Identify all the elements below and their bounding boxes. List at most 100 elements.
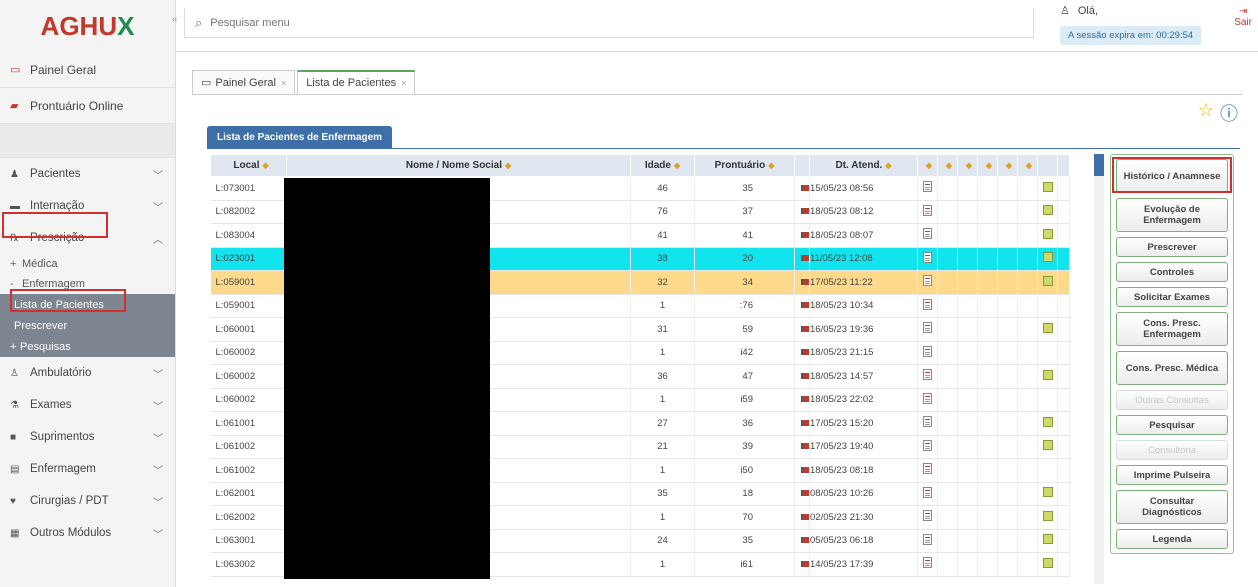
tab-lista-pacientes[interactable]: Lista de Pacientes × xyxy=(297,70,416,94)
sidebar-collapse-icon[interactable]: « xyxy=(172,14,178,25)
cell-doc[interactable] xyxy=(917,341,938,365)
sidebar-item-ambulatorio[interactable]: ♙ Ambulatório ﹀ xyxy=(0,357,175,389)
cell-check[interactable] xyxy=(1037,341,1058,365)
action-button-8[interactable]: Pesquisar xyxy=(1116,415,1228,435)
col-idade[interactable]: Idade ◆ xyxy=(630,154,695,177)
document-icon[interactable] xyxy=(923,533,932,545)
document-icon[interactable] xyxy=(923,557,932,569)
action-button-6[interactable]: Cons. Presc. Médica xyxy=(1116,351,1228,385)
col-dt-atend[interactable]: Dt. Atend. ◆ xyxy=(809,154,918,177)
document-icon[interactable] xyxy=(923,228,932,240)
col-sort-3[interactable]: ◆ xyxy=(957,154,978,177)
cell-doc[interactable] xyxy=(917,223,938,248)
cell-doc[interactable] xyxy=(917,435,938,459)
check-icon[interactable] xyxy=(1042,534,1053,545)
cell-check[interactable] xyxy=(1037,294,1058,318)
col-prontuario[interactable]: Prontuário ◆ xyxy=(694,154,795,177)
check-icon[interactable] xyxy=(1042,557,1053,568)
cell-doc[interactable] xyxy=(917,411,938,436)
document-icon[interactable] xyxy=(923,510,932,522)
check-icon[interactable] xyxy=(1042,440,1053,451)
col-sort-1[interactable]: ◆ xyxy=(917,154,938,177)
close-icon[interactable]: × xyxy=(401,78,406,88)
info-icon[interactable]: ⓘ xyxy=(1220,100,1238,126)
document-icon[interactable] xyxy=(923,298,932,310)
close-icon[interactable]: × xyxy=(281,78,286,88)
cell-doc[interactable] xyxy=(917,317,938,342)
col-sort-6[interactable]: ◆ xyxy=(1017,154,1038,177)
sidebar-item-pacientes[interactable]: ♟ Pacientes ﹀ xyxy=(0,158,175,190)
document-icon[interactable] xyxy=(923,369,932,381)
cell-doc[interactable] xyxy=(917,458,938,483)
sidebar-item-cirurgias[interactable]: ♥ Cirurgias / PDT ﹀ xyxy=(0,485,175,517)
document-icon[interactable] xyxy=(923,345,932,357)
logout-button[interactable]: ⇥ Sair xyxy=(1234,6,1252,28)
sidebar-item-suprimentos[interactable]: ■ Suprimentos ﹀ xyxy=(0,421,175,453)
cell-doc[interactable] xyxy=(917,294,938,318)
app-logo[interactable]: AGHU X xyxy=(0,0,175,52)
cell-check[interactable] xyxy=(1037,529,1058,553)
scrollbar-thumb[interactable] xyxy=(1094,154,1104,176)
cell-check[interactable] xyxy=(1037,200,1058,224)
cell-check[interactable] xyxy=(1037,552,1058,577)
cell-doc[interactable] xyxy=(917,529,938,553)
cell-doc[interactable] xyxy=(917,247,938,271)
check-icon[interactable] xyxy=(1042,510,1053,521)
cell-check[interactable] xyxy=(1037,247,1058,271)
col-sort-2[interactable]: ◆ xyxy=(937,154,958,177)
document-icon[interactable] xyxy=(923,416,932,428)
sidebar-subitem-pesquisas[interactable]: + Pesquisas xyxy=(0,336,175,357)
cell-check[interactable] xyxy=(1037,223,1058,248)
sidebar-item-outros-modulos[interactable]: ▦ Outros Módulos ﹀ xyxy=(0,517,175,549)
col-nome[interactable]: Nome / Nome Social ◆ xyxy=(286,154,631,177)
table-scrollbar[interactable] xyxy=(1094,154,1104,584)
star-icon[interactable]: ☆ xyxy=(1198,100,1214,126)
cell-doc[interactable] xyxy=(917,482,938,506)
document-icon[interactable] xyxy=(923,392,932,404)
document-icon[interactable] xyxy=(923,486,932,498)
tab-painel-geral[interactable]: ▭ Painel Geral × xyxy=(192,70,296,94)
sidebar-item-enfermagem[interactable]: ▤ Enfermagem ﹀ xyxy=(0,453,175,485)
cell-check[interactable] xyxy=(1037,317,1058,342)
sidebar-item-exames[interactable]: ⚗ Exames ﹀ xyxy=(0,389,175,421)
cell-check[interactable] xyxy=(1037,176,1058,201)
sidebar-item-prontuario-online[interactable]: ▰ Prontuário Online xyxy=(0,88,175,124)
cell-doc[interactable] xyxy=(917,364,938,389)
col-local[interactable]: Local ◆ xyxy=(210,154,287,177)
cell-doc[interactable] xyxy=(917,270,938,295)
search-input[interactable] xyxy=(210,16,711,29)
document-icon[interactable] xyxy=(923,251,932,263)
cell-check[interactable] xyxy=(1037,411,1058,436)
check-icon[interactable] xyxy=(1042,487,1053,498)
cell-check[interactable] xyxy=(1037,505,1058,530)
action-button-4[interactable]: Solicitar Exames xyxy=(1116,287,1228,307)
document-icon[interactable] xyxy=(923,463,932,475)
cell-doc[interactable] xyxy=(917,200,938,224)
action-button-5[interactable]: Cons. Presc. Enfermagem xyxy=(1116,312,1228,346)
sidebar-item-painel-geral[interactable]: ▭ Painel Geral xyxy=(0,52,175,88)
action-button-2[interactable]: Prescrever xyxy=(1116,237,1228,257)
action-button-1[interactable]: Evolução de Enfermagem xyxy=(1116,198,1228,232)
cell-check[interactable] xyxy=(1037,435,1058,459)
action-button-10[interactable]: Imprime Pulseira xyxy=(1116,465,1228,485)
action-button-11[interactable]: Consultar Diagnósticos xyxy=(1116,490,1228,524)
cell-check[interactable] xyxy=(1037,458,1058,483)
cell-check[interactable] xyxy=(1037,482,1058,506)
action-button-3[interactable]: Controles xyxy=(1116,262,1228,282)
check-icon[interactable] xyxy=(1042,369,1053,380)
cell-check[interactable] xyxy=(1037,364,1058,389)
cell-check[interactable] xyxy=(1037,270,1058,295)
check-icon[interactable] xyxy=(1042,228,1053,239)
sidebar-subitem-prescrever[interactable]: Prescrever xyxy=(0,315,175,336)
check-icon[interactable] xyxy=(1042,252,1053,263)
col-sort-5[interactable]: ◆ xyxy=(997,154,1018,177)
cell-doc[interactable] xyxy=(917,505,938,530)
document-icon[interactable] xyxy=(923,322,932,334)
document-icon[interactable] xyxy=(923,439,932,451)
cell-check[interactable] xyxy=(1037,388,1058,412)
document-icon[interactable] xyxy=(923,275,932,287)
col-sort-4[interactable]: ◆ xyxy=(977,154,998,177)
check-icon[interactable] xyxy=(1042,181,1053,192)
action-button-12[interactable]: Legenda xyxy=(1116,529,1228,549)
check-icon[interactable] xyxy=(1042,416,1053,427)
